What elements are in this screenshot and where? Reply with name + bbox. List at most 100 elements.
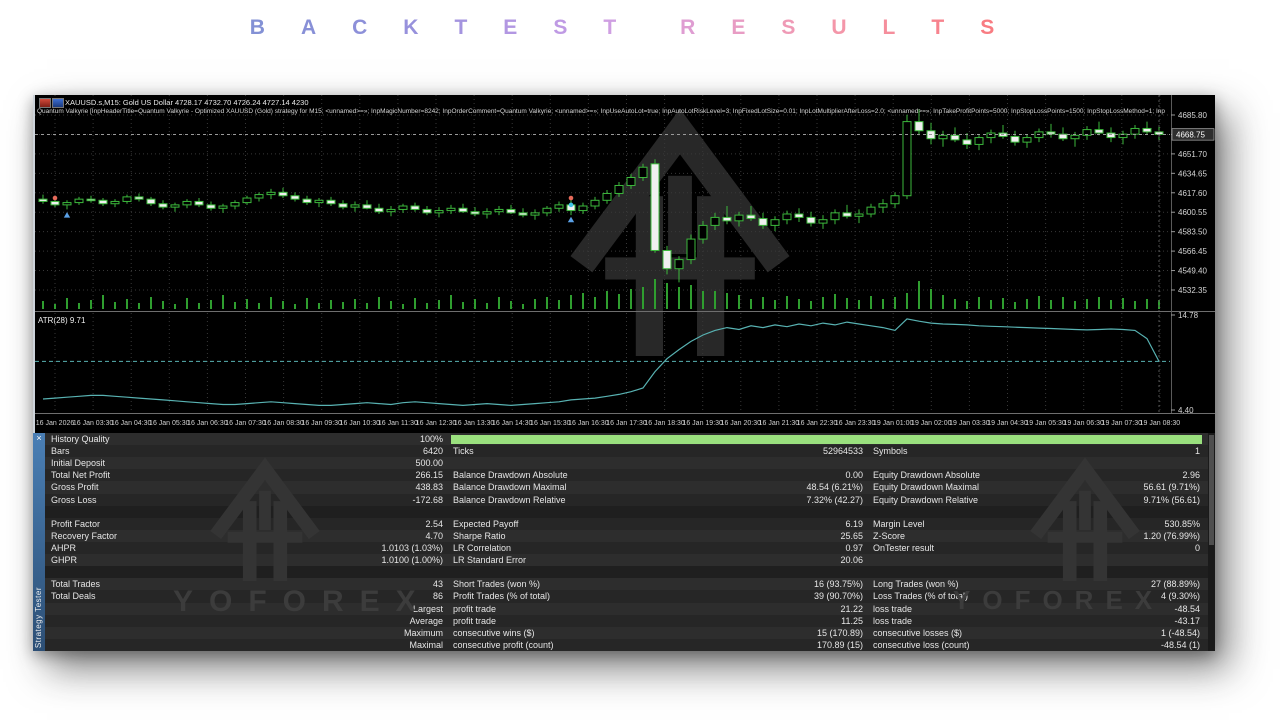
stat-value: 0 (1123, 543, 1208, 553)
stat-value: -48.54 (1123, 604, 1208, 614)
stat-label: Initial Deposit (45, 458, 351, 468)
stat-value: 266.15 (351, 470, 443, 480)
stat-value: 4.70 (351, 531, 443, 541)
stat-label: Short Trades (won %) (443, 579, 763, 589)
stat-value: -48.54 (1) (1123, 640, 1208, 650)
stat-label: History Quality (45, 434, 351, 444)
chart-window-icon-blue[interactable] (52, 98, 64, 108)
svg-text:16 Jan 06:30: 16 Jan 06:30 (187, 420, 228, 427)
title-letter: T (454, 16, 467, 40)
table-row: Maximalconsecutive profit (count)170.89 … (45, 639, 1208, 651)
svg-text:16 Jan 20:30: 16 Jan 20:30 (721, 420, 762, 427)
stat-value: 100% (351, 434, 443, 444)
stat-value: 1.20 (76.99%) (1123, 531, 1208, 541)
stat-value: 2.54 (351, 519, 443, 529)
mt5-tester-window: 4685.804668.754651.704634.654617.604600.… (33, 95, 1215, 651)
stat-label: OnTester result (863, 543, 1123, 553)
svg-text:16 Jan 13:30: 16 Jan 13:30 (454, 420, 495, 427)
svg-text:16 Jan 16:30: 16 Jan 16:30 (568, 420, 609, 427)
stat-value: 2.96 (1123, 470, 1208, 480)
stat-label: consecutive profit (count) (443, 640, 763, 650)
table-row: Recovery Factor4.70Sharpe Ratio25.65Z-Sc… (45, 530, 1208, 542)
svg-text:19 Jan 01:00: 19 Jan 01:00 (873, 420, 914, 427)
stat-label: consecutive wins ($) (443, 628, 763, 638)
stat-label: Equity Drawdown Maximal (863, 482, 1123, 492)
stat-value: Average (351, 616, 443, 626)
stat-label: GHPR (45, 555, 351, 565)
svg-text:4600.55: 4600.55 (1178, 208, 1207, 217)
chart-window-icon-red[interactable] (39, 98, 51, 108)
title-letter: B (250, 16, 265, 40)
stat-value: 9.71% (56.61) (1123, 495, 1208, 505)
svg-text:19 Jan 07:30: 19 Jan 07:30 (1102, 420, 1143, 427)
strategy-tester-tab[interactable]: × Strategy Tester (33, 433, 45, 651)
stat-label: profit trade (443, 616, 763, 626)
table-row: History Quality100% (45, 433, 1208, 445)
title-letter: R (680, 16, 695, 40)
svg-text:16 Jan 2026: 16 Jan 2026 (36, 420, 75, 427)
chart-area[interactable]: 4685.804668.754651.704634.654617.604600.… (33, 95, 1215, 433)
stat-label: Profit Factor (45, 519, 351, 529)
table-row: Total Net Profit266.15Balance Drawdown A… (45, 469, 1208, 481)
svg-text:16 Jan 14:30: 16 Jan 14:30 (492, 420, 533, 427)
stat-label: Margin Level (863, 519, 1123, 529)
svg-text:4.40: 4.40 (1178, 406, 1194, 415)
stat-label: Profit Trades (% of total) (443, 591, 763, 601)
table-row: Profit Factor2.54Expected Payoff6.19Marg… (45, 518, 1208, 530)
svg-text:4617.60: 4617.60 (1178, 189, 1207, 198)
table-row: Maximumconsecutive wins ($)15 (170.89)co… (45, 627, 1208, 639)
table-row: Total Deals86Profit Trades (% of total)3… (45, 590, 1208, 602)
stat-label: LR Correlation (443, 543, 763, 553)
title-letter: A (301, 16, 316, 40)
table-row (45, 506, 1208, 518)
title-letter: C (352, 16, 367, 40)
stat-value: 20.06 (763, 555, 863, 565)
svg-text:19 Jan 08:30: 19 Jan 08:30 (1140, 420, 1181, 427)
stat-value: 530.85% (1123, 519, 1208, 529)
svg-text:14.78: 14.78 (1178, 311, 1199, 320)
stat-label: Gross Loss (45, 495, 351, 505)
svg-text:4532.35: 4532.35 (1178, 286, 1207, 295)
svg-text:16 Jan 17:30: 16 Jan 17:30 (606, 420, 647, 427)
stat-value: 4 (9.30%) (1123, 591, 1208, 601)
table-scrollbar[interactable] (1208, 433, 1215, 651)
stat-value: 0.97 (763, 543, 863, 553)
stat-label: Ticks (443, 446, 763, 456)
stat-label: Balance Drawdown Absolute (443, 470, 763, 480)
title-letter: T (931, 16, 944, 40)
stat-value: 27 (88.89%) (1123, 579, 1208, 589)
stat-value: 86 (351, 591, 443, 601)
title-letter: S (553, 16, 567, 40)
stat-label: Total Net Profit (45, 470, 351, 480)
svg-text:16 Jan 03:30: 16 Jan 03:30 (73, 420, 114, 427)
stat-value: 11.25 (763, 616, 863, 626)
stat-label: Equity Drawdown Relative (863, 495, 1123, 505)
svg-text:4651.70: 4651.70 (1178, 150, 1207, 159)
chart-svg[interactable]: 4685.804668.754651.704634.654617.604600.… (35, 95, 1215, 433)
close-icon[interactable]: × (33, 433, 45, 444)
svg-text:16 Jan 18:30: 16 Jan 18:30 (644, 420, 685, 427)
svg-text:16 Jan 11:30: 16 Jan 11:30 (378, 420, 418, 427)
tester-tab-label: Strategy Tester (34, 587, 43, 648)
stat-label: LR Standard Error (443, 555, 763, 565)
svg-text:16 Jan 10:30: 16 Jan 10:30 (340, 420, 381, 427)
title-letter: L (883, 16, 896, 40)
stat-label: Balance Drawdown Maximal (443, 482, 763, 492)
svg-text:19 Jan 02:00: 19 Jan 02:00 (911, 420, 952, 427)
stat-label: Total Deals (45, 591, 351, 601)
svg-text:19 Jan 06:30: 19 Jan 06:30 (1063, 420, 1104, 427)
stat-value: 15 (170.89) (763, 628, 863, 638)
stat-value: 43 (351, 579, 443, 589)
svg-text:4668.75: 4668.75 (1176, 130, 1205, 139)
history-quality-bar (451, 435, 1202, 444)
scrollbar-thumb[interactable] (1209, 435, 1214, 545)
svg-text:16 Jan 05:30: 16 Jan 05:30 (149, 420, 190, 427)
stat-label: Symbols (863, 446, 1123, 456)
stats-rows: YOFOREX YOFOREX History Quality100%Bars6… (45, 433, 1208, 651)
svg-text:16 Jan 12:30: 16 Jan 12:30 (416, 420, 457, 427)
page: BACKTESTRESULTS 4685.804668.754651.70463… (0, 0, 1280, 720)
stat-label: loss trade (863, 616, 1123, 626)
stat-value: 56.61 (9.71%) (1123, 482, 1208, 492)
svg-text:4685.80: 4685.80 (1178, 111, 1207, 120)
stat-value: 438.83 (351, 482, 443, 492)
